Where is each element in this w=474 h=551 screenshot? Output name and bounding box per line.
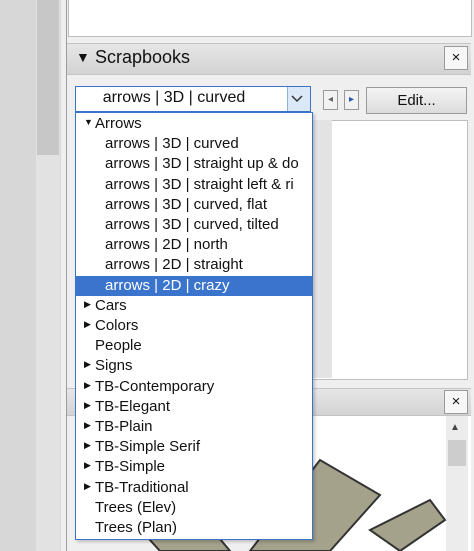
dropdown-item-label: Signs [95,357,133,375]
dropdown-item-label: Cars [95,296,127,314]
lower-scrollbar-thumb[interactable] [448,440,466,466]
triangle-right-icon[interactable]: ▶ [84,440,91,451]
dropdown-item-label: TB-Plain [95,418,153,435]
dropdown-scrapbook-item[interactable]: arrows | 3D | straight left & ri [76,175,312,195]
scrapbooks-title: Scrapbooks [95,47,191,67]
dropdown-item-label: TB-Simple Serif [95,438,201,456]
scrapbook-dropdown-list[interactable]: ▼ Arrows arrows | 3D | curved arrows | 3D |… [75,112,313,540]
dropdown-category-item[interactable]: ▶ TB-Plain [76,417,312,437]
scrapbook-select-value: arrows | 3D | curved [102,89,246,106]
dropdown-category-item[interactable]: People [76,336,312,356]
previous-page-button[interactable]: ◂ [323,90,338,110]
dropdown-item-label: TB-Traditional [95,478,189,496]
dropdown-category-item[interactable]: ▶ TB-Elegant [76,397,312,417]
dropdown-item-label: TB-Simple [95,458,166,476]
dropdown-category-item[interactable]: ▶ Signs [76,356,312,376]
triangle-right-icon[interactable]: ▶ [84,319,91,330]
dropdown-item-label: arrows | 3D | curved [105,135,239,153]
panel-divider [66,0,67,551]
dropdown-scrapbook-item[interactable]: arrows | 3D | curved [76,134,312,154]
dropdown-scrapbook-item[interactable]: arrows | 2D | crazy [76,275,312,296]
dropdown-item-label: arrows | 2D | crazy [105,276,230,294]
scrapbook-page-view[interactable] [312,120,468,380]
triangle-right-icon[interactable]: ▶ [84,299,91,310]
scrapbooks-close-button[interactable]: × [444,46,468,70]
dropdown-category-item[interactable]: Trees (Plan) [76,518,312,538]
edit-button[interactable]: Edit... [366,87,467,114]
dropdown-category-item[interactable]: ▶ Cars [76,296,312,316]
triangle-right-icon[interactable]: ▶ [84,460,91,471]
left-scrollbar-thumb[interactable] [37,0,59,155]
scroll-up-icon[interactable]: ▲ [450,422,460,433]
dropdown-scrapbook-item[interactable]: arrows | 3D | curved, flat [76,195,312,215]
dropdown-item-label: arrows | 3D | straight left & ri [105,175,294,193]
dropdown-item-label: arrows | 3D | straight up & do [105,155,299,173]
dropdown-scrapbook-item[interactable]: arrows | 2D | north [76,235,312,255]
dropdown-item-label: Arrows [95,115,142,132]
dropdown-item-label: arrows | 2D | straight [105,256,243,274]
triangle-right-icon[interactable]: ▶ [84,380,91,391]
dropdown-item-label: Trees (Elev) [95,498,177,516]
dropdown-item-label: arrows | 3D | curved, flat [105,195,268,213]
dropdown-item-label: arrows | 2D | north [105,236,228,254]
triangle-right-icon[interactable]: ▶ [84,359,91,370]
top-pane [68,0,472,37]
dropdown-category-item[interactable]: ▶ TB-Contemporary [76,377,312,397]
dropdown-item-label: Colors [95,317,139,334]
dropdown-category-item[interactable]: ▶ TB-Simple [76,457,312,477]
triangle-right-icon[interactable]: ▶ [84,481,91,492]
lower-panel-close-button[interactable]: × [444,390,468,414]
chevron-down-icon [291,95,303,103]
dropdown-category-item[interactable]: ▶ Colors [76,316,312,336]
dropdown-item-label: TB-Elegant [95,397,171,415]
dropdown-category-item[interactable]: Trees (Elev) [76,498,312,518]
dropdown-item-label: TB-Contemporary [95,377,215,395]
triangle-right-icon[interactable]: ▶ [84,400,91,411]
triangle-down-icon[interactable]: ▼ [84,117,93,127]
page-view-scrollbar[interactable] [312,120,332,378]
dropdown-category-item[interactable]: ▶ TB-Traditional [76,478,312,498]
triangle-right-icon[interactable]: ▶ [84,420,91,431]
dropdown-item-label: arrows | 3D | curved, tilted [105,216,279,233]
dropdown-item-label: Trees (Plan) [95,519,177,536]
dropdown-scrapbook-item[interactable]: arrows | 3D | curved, tilted [76,215,312,235]
dropdown-scrapbook-item[interactable]: arrows | 3D | straight up & do [76,154,312,174]
dropdown-scrapbook-item[interactable]: arrows | 2D | straight [76,255,312,275]
dropdown-category-item[interactable]: ▶ TB-Simple Serif [76,437,312,457]
collapse-triangle-icon[interactable]: ▼ [76,49,90,65]
dropdown-item-label: People [95,337,142,355]
dropdown-category-item[interactable]: ▼ Arrows [76,114,312,134]
next-page-button[interactable]: ▸ [344,90,359,110]
